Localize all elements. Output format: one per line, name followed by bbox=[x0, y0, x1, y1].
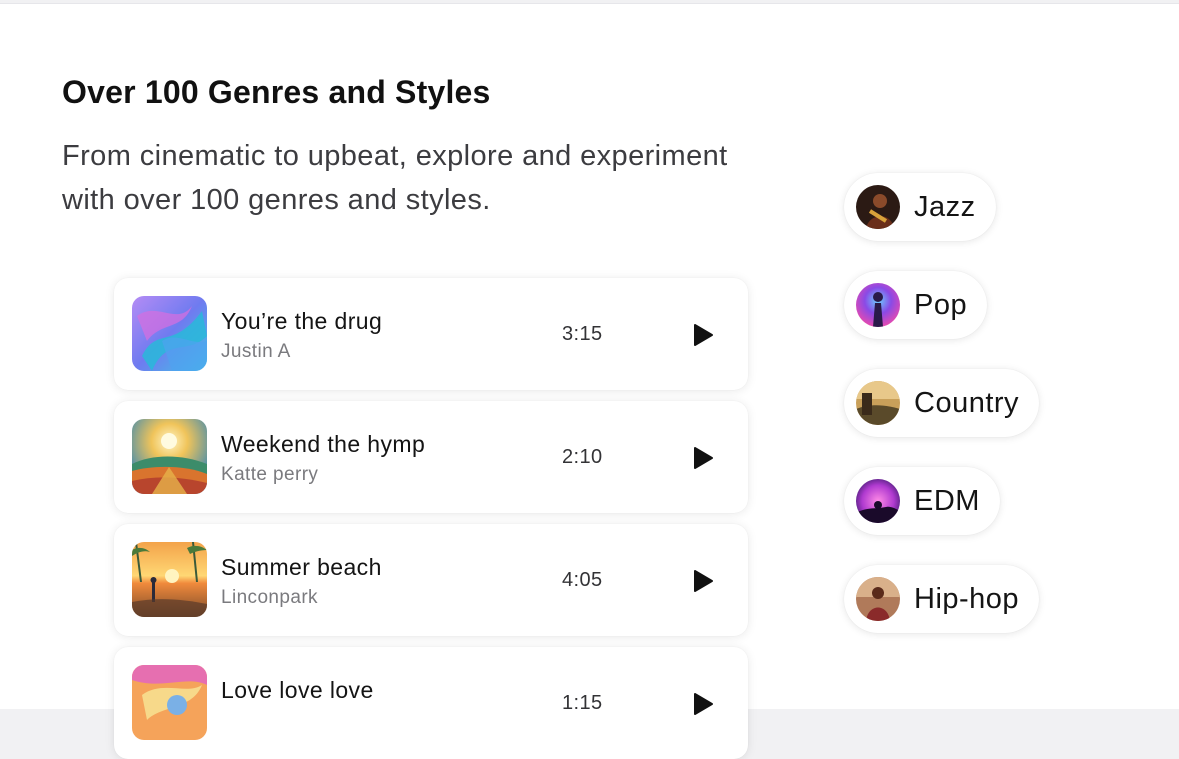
track-card[interactable]: You’re the drug Justin A 3:15 bbox=[114, 278, 748, 390]
genre-chip-pop[interactable]: Pop bbox=[844, 271, 988, 339]
track-artist: Justin A bbox=[221, 341, 291, 362]
track-card[interactable]: Love love love 1:15 bbox=[114, 647, 748, 759]
album-cover bbox=[132, 542, 207, 617]
genre-chip-country[interactable]: Country bbox=[844, 369, 1040, 437]
genre-label: Country bbox=[914, 386, 1020, 419]
track-title: Weekend the hymp bbox=[221, 431, 426, 457]
section-description: From cinematic to upbeat, explore and ex… bbox=[62, 140, 728, 216]
track-title: Summer beach bbox=[221, 554, 382, 580]
track-duration: 2:10 bbox=[562, 446, 603, 468]
play-button[interactable] bbox=[688, 443, 718, 473]
genres-section: Over 100 Genres and Styles From cinemati… bbox=[0, 3, 1179, 759]
genre-thumbnail bbox=[856, 185, 900, 229]
genre-chip-hip-hop[interactable]: Hip-hop bbox=[844, 565, 1040, 633]
section-title: Over 100 Genres and Styles bbox=[62, 74, 491, 110]
genre-chip-jazz[interactable]: Jazz bbox=[844, 173, 996, 241]
play-icon bbox=[694, 693, 713, 715]
track-duration: 4:05 bbox=[562, 569, 603, 591]
genre-thumbnail bbox=[856, 479, 900, 523]
genre-label: Hip-hop bbox=[914, 582, 1020, 615]
play-button[interactable] bbox=[688, 320, 718, 350]
genre-thumbnail bbox=[856, 381, 900, 425]
track-title: Love love love bbox=[221, 677, 374, 703]
play-icon bbox=[694, 447, 713, 469]
genre-thumbnail bbox=[856, 283, 900, 327]
track-duration: 3:15 bbox=[562, 323, 603, 345]
play-button[interactable] bbox=[688, 566, 718, 596]
album-cover bbox=[132, 296, 207, 371]
track-artist: Linconpark bbox=[221, 587, 318, 608]
genre-label: Jazz bbox=[914, 190, 976, 223]
track-artist: Katte perry bbox=[221, 464, 319, 485]
genre-thumbnail bbox=[856, 577, 900, 621]
play-icon bbox=[694, 570, 713, 592]
genre-label: Pop bbox=[914, 288, 968, 321]
album-cover bbox=[132, 665, 207, 740]
track-card[interactable]: Summer beach Linconpark 4:05 bbox=[114, 524, 748, 636]
track-card[interactable]: Weekend the hymp Katte perry 2:10 bbox=[114, 401, 748, 513]
track-title: You’re the drug bbox=[221, 308, 383, 334]
genre-label: EDM bbox=[914, 484, 980, 517]
album-cover bbox=[132, 419, 207, 494]
play-icon bbox=[694, 324, 713, 346]
track-duration: 1:15 bbox=[562, 692, 603, 714]
play-button[interactable] bbox=[688, 689, 718, 719]
genre-chip-edm[interactable]: EDM bbox=[844, 467, 1000, 535]
